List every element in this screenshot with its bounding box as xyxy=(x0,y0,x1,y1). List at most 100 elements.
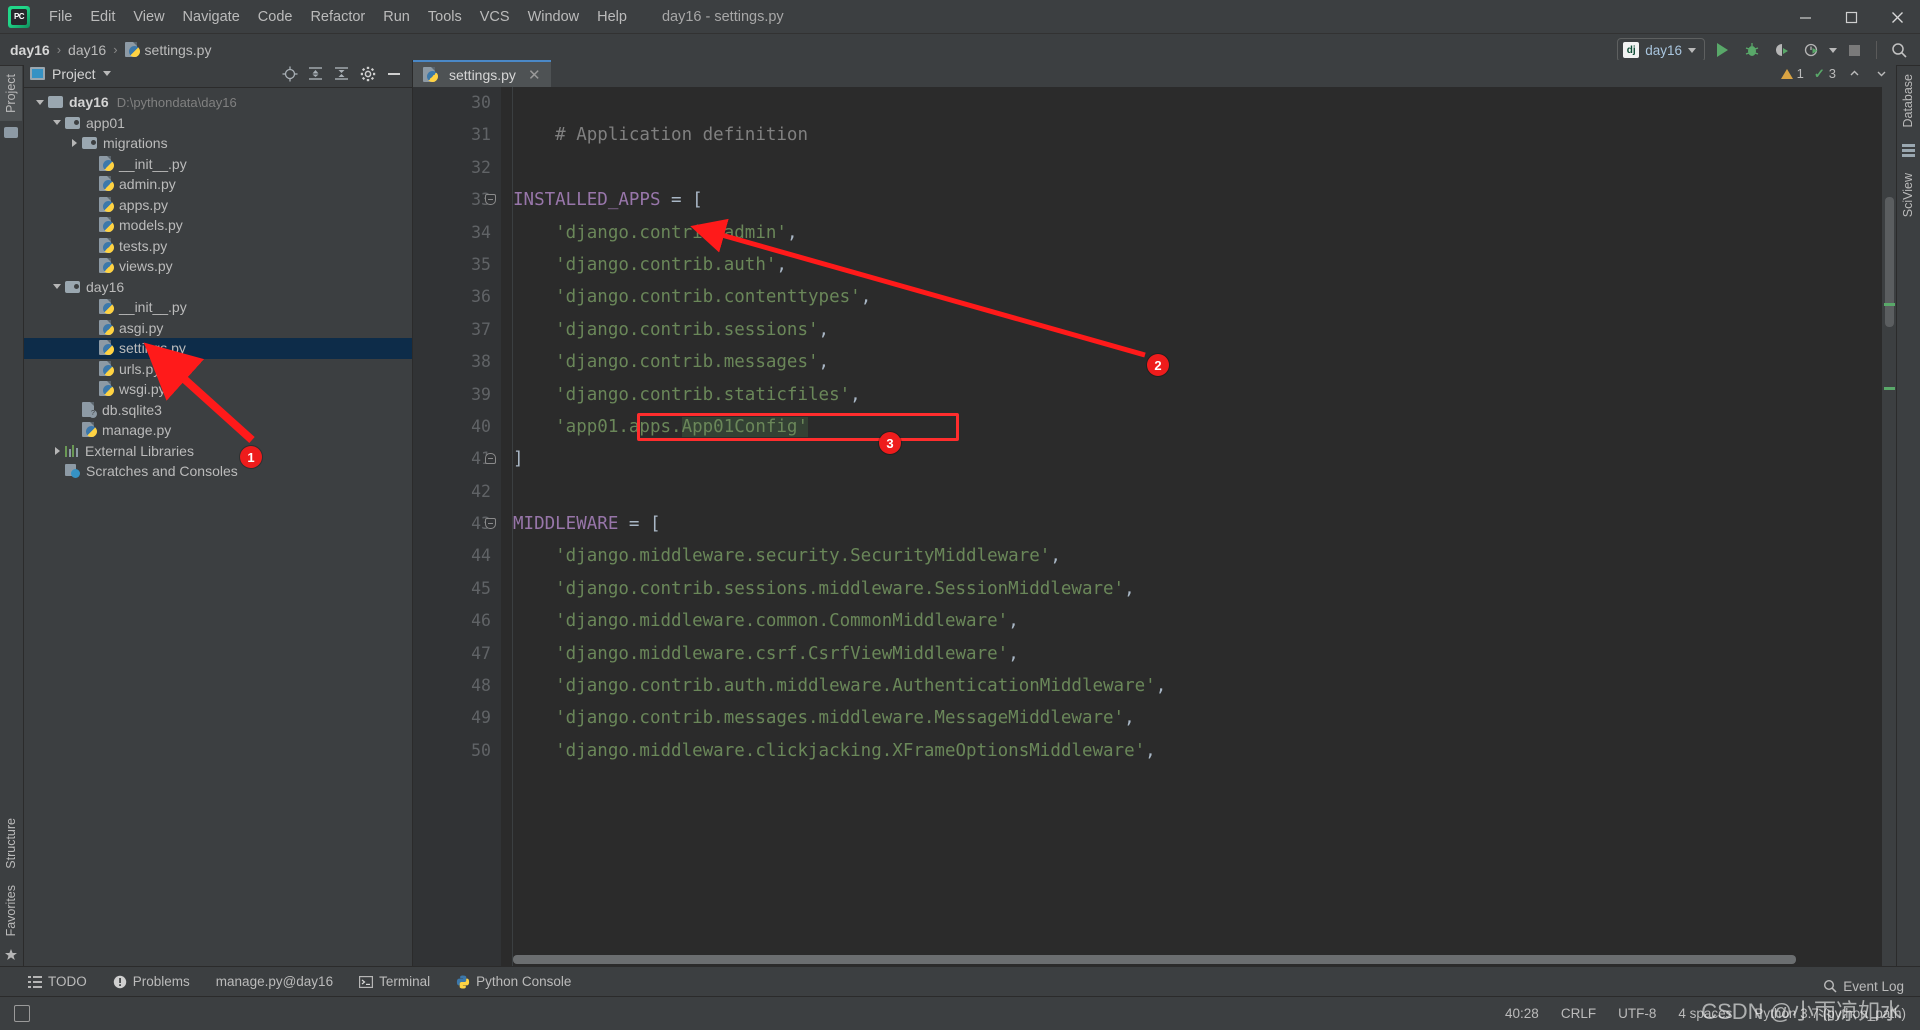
tool-tab-database[interactable]: Database xyxy=(1897,66,1919,136)
code-line[interactable]: 'django.middleware.common.CommonMiddlewa… xyxy=(513,605,1896,637)
warning-count[interactable]: 1 xyxy=(1780,66,1804,81)
menu-vcs[interactable]: VCS xyxy=(471,5,519,29)
editor-horizontal-scrollbar[interactable] xyxy=(513,955,1796,964)
code-line[interactable]: 'django.contrib.messages.middleware.Mess… xyxy=(513,702,1896,734)
menu-refactor[interactable]: Refactor xyxy=(301,5,374,29)
chevron-down-icon[interactable] xyxy=(1829,47,1837,53)
chevron-right-icon[interactable] xyxy=(66,139,82,147)
code-line[interactable] xyxy=(513,152,1896,184)
menu-run[interactable]: Run xyxy=(374,5,419,29)
tree-node[interactable]: admin.py xyxy=(24,174,412,195)
expand-all-icon[interactable] xyxy=(307,65,324,82)
menu-edit[interactable]: Edit xyxy=(81,5,124,29)
code-line[interactable]: 'django.contrib.auth', xyxy=(513,249,1896,281)
code-line[interactable]: 'django.contrib.sessions', xyxy=(513,314,1896,346)
tree-node[interactable]: __init__.py xyxy=(24,297,412,318)
menu-tools[interactable]: Tools xyxy=(419,5,471,29)
tree-node[interactable]: Scratches and Consoles xyxy=(24,461,412,482)
grid-icon[interactable] xyxy=(1897,136,1919,165)
caret-position[interactable]: 40:28 xyxy=(1505,1006,1539,1021)
tree-node[interactable]: migrations xyxy=(24,133,412,154)
bottom-tab-terminal[interactable]: Terminal xyxy=(359,974,430,989)
code-line[interactable]: 'django.middleware.csrf.CsrfViewMiddlewa… xyxy=(513,638,1896,670)
bottom-tab-manage-py-day16[interactable]: manage.py@day16 xyxy=(216,974,333,989)
editor-vertical-scrollbar[interactable] xyxy=(1882,87,1896,966)
tree-node[interactable]: urls.py xyxy=(24,359,412,380)
tree-node[interactable]: ? db.sqlite3 xyxy=(24,400,412,421)
code-line[interactable]: 'django.contrib.contenttypes', xyxy=(513,281,1896,313)
menu-help[interactable]: Help xyxy=(588,5,636,29)
editor-tab-settings-py[interactable]: settings.py ✕ xyxy=(413,60,551,87)
breadcrumb-item-2[interactable]: settings.py xyxy=(124,41,211,58)
tree-node[interactable]: day16 xyxy=(24,277,412,298)
menu-file[interactable]: File xyxy=(40,5,81,29)
chevron-right-icon[interactable] xyxy=(49,447,65,455)
code-line[interactable]: INSTALLED_APPS = [ xyxy=(513,184,1896,216)
tree-node[interactable]: manage.py xyxy=(24,420,412,441)
code-line[interactable] xyxy=(513,87,1896,119)
code-line[interactable]: 'django.contrib.admin', xyxy=(513,217,1896,249)
close-icon[interactable]: ✕ xyxy=(528,66,541,84)
tree-node[interactable]: tests.py xyxy=(24,236,412,257)
breadcrumb-item-1[interactable]: day16 xyxy=(68,42,106,58)
menu-window[interactable]: Window xyxy=(519,5,589,29)
code-line[interactable]: 'app01.apps.App01Config' xyxy=(513,411,1896,443)
tree-node[interactable]: day16 D:\pythondata\day16 xyxy=(24,92,412,113)
chevron-down-icon[interactable] xyxy=(49,120,65,125)
tree-node[interactable]: asgi.py xyxy=(24,318,412,339)
error-stripe-mark[interactable] xyxy=(1884,303,1895,306)
code-line[interactable] xyxy=(513,476,1896,508)
code-line[interactable]: 'django.contrib.messages', xyxy=(513,346,1896,378)
code-line[interactable]: 'django.middleware.clickjacking.XFrameOp… xyxy=(513,735,1896,767)
settings-gear-icon[interactable] xyxy=(359,65,376,82)
tree-node[interactable]: app01 xyxy=(24,113,412,134)
locate-icon[interactable] xyxy=(281,65,298,82)
menu-view[interactable]: View xyxy=(124,5,173,29)
code-fold-toggle[interactable] xyxy=(485,518,496,530)
close-button[interactable] xyxy=(1874,0,1920,34)
toggle-toolwindows-icon[interactable] xyxy=(14,1005,30,1022)
tool-tab-favorites[interactable]: Favorites xyxy=(0,877,22,944)
bottom-tab-problems[interactable]: Problems xyxy=(113,974,190,989)
hide-panel-icon[interactable] xyxy=(385,65,402,82)
menu-navigate[interactable]: Navigate xyxy=(174,5,249,29)
chevron-down-icon[interactable] xyxy=(49,284,65,289)
indent-setting[interactable]: 4 spaces xyxy=(1678,1006,1732,1021)
file-encoding[interactable]: UTF-8 xyxy=(1618,1006,1656,1021)
tool-tab-project[interactable]: Project xyxy=(0,66,22,121)
folder-icon[interactable] xyxy=(0,121,22,144)
code-line[interactable]: 'django.contrib.auth.middleware.Authenti… xyxy=(513,670,1896,702)
tree-node[interactable]: apps.py xyxy=(24,195,412,216)
scrollbar-thumb[interactable] xyxy=(1885,197,1894,327)
tree-node[interactable]: External Libraries xyxy=(24,441,412,462)
tree-node-selected[interactable]: settings.py xyxy=(24,338,412,359)
code-line[interactable]: ] xyxy=(513,443,1896,475)
bottom-tab-python-console[interactable]: Python Console xyxy=(456,974,571,989)
star-icon[interactable] xyxy=(0,944,22,966)
inspection-ok-count[interactable]: ✓ 3 xyxy=(1814,66,1836,82)
tree-node[interactable]: views.py xyxy=(24,256,412,277)
code-line[interactable]: MIDDLEWARE = [ xyxy=(513,508,1896,540)
error-stripe-mark[interactable] xyxy=(1884,387,1895,390)
line-separator[interactable]: CRLF xyxy=(1561,1006,1596,1021)
code-folding-area[interactable] xyxy=(479,87,501,966)
breadcrumb-item-0[interactable]: day16 xyxy=(10,42,50,58)
bottom-tab-todo[interactable]: TODO xyxy=(28,974,87,989)
code-content[interactable]: # Application definition INSTALLED_APPS … xyxy=(501,87,1896,966)
tree-node[interactable]: models.py xyxy=(24,215,412,236)
tool-tab-sciview[interactable]: SciView xyxy=(1897,165,1919,225)
python-interpreter[interactable]: Python 3.7 (python_path) xyxy=(1754,1006,1906,1021)
event-log-button[interactable]: Event Log xyxy=(1823,979,1904,994)
code-line[interactable]: # Application definition xyxy=(513,119,1896,151)
tree-node[interactable]: wsgi.py xyxy=(24,379,412,400)
code-line[interactable]: 'django.middleware.security.SecurityMidd… xyxy=(513,540,1896,572)
menu-code[interactable]: Code xyxy=(249,5,302,29)
minimize-button[interactable] xyxy=(1782,0,1828,34)
run-configuration-selector[interactable]: dj day16 xyxy=(1617,38,1705,62)
chevron-down-icon[interactable] xyxy=(32,100,48,105)
project-tree[interactable]: day16 D:\pythondata\day16 app01 migrations _… xyxy=(24,88,412,966)
tool-tab-structure[interactable]: Structure xyxy=(0,810,22,877)
maximize-button[interactable] xyxy=(1828,0,1874,34)
chevron-up-icon[interactable] xyxy=(1846,65,1863,82)
collapse-all-icon[interactable] xyxy=(333,65,350,82)
